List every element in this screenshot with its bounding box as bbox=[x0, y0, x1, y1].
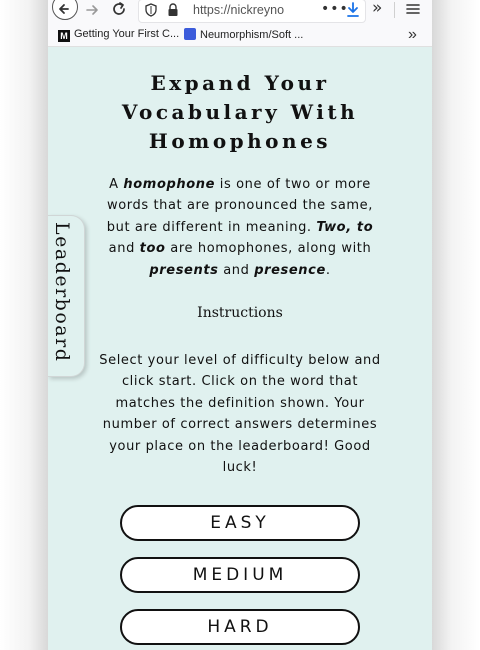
medium-logo-icon: M bbox=[58, 30, 70, 42]
browser-toolbar: https://nickreyno ••• » bbox=[48, 0, 432, 24]
page-title: Expand Your Vocabulary With Homophones bbox=[48, 69, 432, 156]
lock-icon[interactable] bbox=[167, 3, 179, 17]
toolbar-divider bbox=[394, 2, 395, 18]
page-content: Expand Your Vocabulary With Homophones A… bbox=[48, 47, 432, 650]
medium-button[interactable]: MEDIUM bbox=[120, 557, 360, 593]
bookmark-label: Neumorphism/Soft ... bbox=[200, 29, 304, 41]
title-line: Vocabulary With bbox=[121, 100, 359, 124]
url-bar[interactable]: https://nickreyno ••• bbox=[138, 0, 366, 23]
easy-button[interactable]: EASY bbox=[120, 505, 360, 541]
hamburger-menu-icon[interactable] bbox=[406, 2, 420, 16]
overflow-chevron-icon[interactable]: » bbox=[372, 0, 382, 17]
instructions-heading: Instructions bbox=[197, 305, 283, 321]
bookmarks-bar: M Getting Your First C... Neumorphism/Sof… bbox=[48, 24, 432, 47]
page-actions-icon[interactable]: ••• bbox=[321, 2, 349, 16]
leaderboard-tab[interactable]: Leaderboard bbox=[48, 215, 85, 377]
instructions-text: Select your level of difficulty below an… bbox=[99, 353, 381, 476]
example-word: too bbox=[139, 241, 166, 257]
example-word: presents bbox=[149, 262, 219, 278]
forward-arrow-icon[interactable] bbox=[84, 0, 100, 18]
bookmark-item[interactable]: M Getting Your First C... bbox=[58, 28, 179, 42]
intro-text: and bbox=[108, 241, 140, 257]
hard-button[interactable]: HARD bbox=[120, 609, 360, 645]
blue-page-icon bbox=[184, 28, 196, 40]
example-word: Two, to bbox=[316, 219, 374, 235]
browser-window: https://nickreyno ••• » M Getting Your Fi… bbox=[48, 0, 432, 650]
window-shadow-left bbox=[0, 0, 48, 650]
download-icon[interactable] bbox=[346, 1, 360, 19]
bookmarks-overflow-icon[interactable]: » bbox=[408, 27, 417, 43]
intro-text: and bbox=[218, 262, 255, 278]
intro-text: . bbox=[325, 262, 331, 278]
window-shadow-right bbox=[432, 0, 480, 650]
intro-text: are homophones, along with bbox=[165, 241, 372, 257]
leaderboard-label: Leaderboard bbox=[51, 222, 73, 363]
title-line: Expand Your bbox=[150, 71, 330, 95]
intro-text: A bbox=[109, 177, 124, 192]
bookmark-label: Getting Your First C... bbox=[74, 28, 180, 40]
homophone-term: homophone bbox=[123, 177, 216, 192]
url-text[interactable]: https://nickreyno bbox=[193, 3, 313, 17]
example-word: presence bbox=[254, 262, 326, 278]
back-button[interactable] bbox=[52, 0, 78, 20]
shield-icon[interactable] bbox=[145, 3, 157, 17]
reload-icon[interactable] bbox=[110, 0, 128, 18]
title-line: Homophones bbox=[148, 129, 332, 153]
back-arrow-icon bbox=[59, 4, 69, 14]
intro-paragraph: A homophone is one of two or more words … bbox=[96, 174, 384, 281]
bookmark-item[interactable]: Neumorphism/Soft ... bbox=[184, 28, 303, 41]
